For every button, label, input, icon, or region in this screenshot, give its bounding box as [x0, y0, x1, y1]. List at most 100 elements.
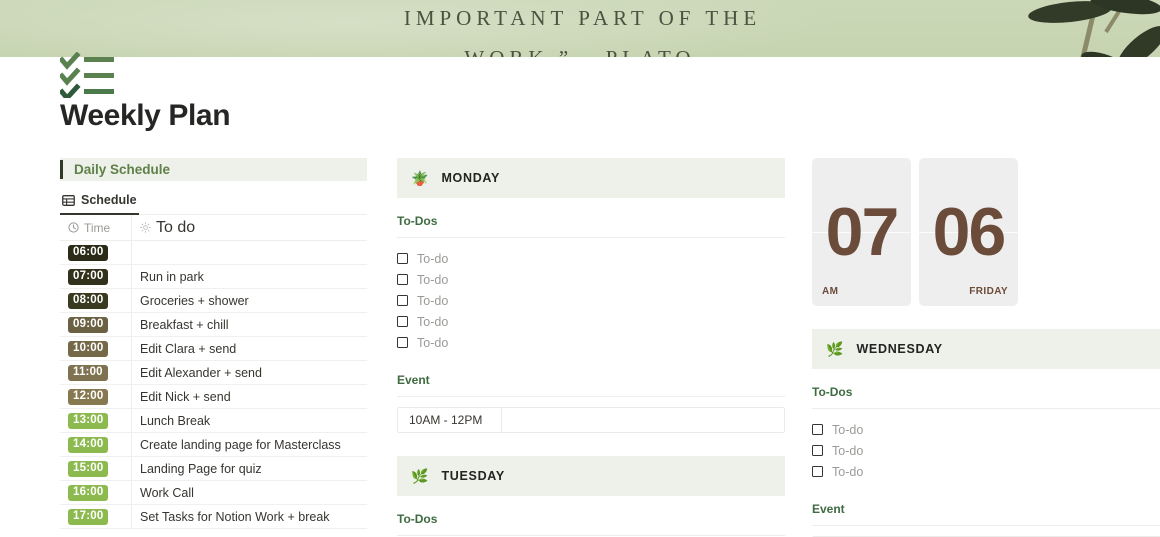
todo-label: To-do: [417, 272, 449, 287]
schedule-row[interactable]: 14:00 Create landing page for Masterclass: [60, 433, 367, 457]
time-badge: 08:00: [68, 292, 109, 309]
schedule-row-time-cell: 12:00: [60, 388, 131, 405]
todo-item[interactable]: To-do: [397, 290, 785, 311]
schedule-row-time-cell: 10:00: [60, 340, 131, 357]
schedule-row-task-cell: Lunch Break: [131, 409, 367, 432]
todo-label: To-do: [832, 422, 864, 437]
flip-card-sublabel: FRIDAY: [969, 286, 1008, 297]
schedule-task-text: Edit Clara + send: [140, 341, 237, 356]
database-tab-bar: Schedule: [60, 193, 367, 215]
schedule-row-task-cell: [131, 241, 367, 264]
todo-label: To-do: [832, 464, 864, 479]
schedule-task-text: Lunch Break: [140, 413, 211, 428]
monday-todos-divider: [397, 237, 785, 238]
schedule-row-time-cell: 08:00: [60, 292, 131, 309]
time-badge: 10:00: [68, 340, 109, 357]
schedule-row[interactable]: 17:00 Set Tasks for Notion Work + break: [60, 505, 367, 529]
wednesday-todos-divider: [812, 408, 1160, 409]
schedule-row-task-cell: Edit Clara + send: [131, 337, 367, 360]
leaf-icon: 🌿: [411, 468, 429, 484]
schedule-row-time-cell: 16:00: [60, 484, 131, 501]
todo-label: To-do: [832, 443, 864, 458]
right-column: 07 AM 06 FRIDAY 🌿 WEDNESDAY To-Dos To-do To-…: [812, 158, 1160, 537]
wednesday-todos-label: To-Dos: [812, 385, 853, 399]
flip-card-value: 07: [825, 194, 900, 270]
todo-checkbox[interactable]: [397, 253, 408, 264]
page-title: Weekly Plan: [60, 99, 231, 132]
time-badge: 11:00: [68, 364, 108, 381]
monday-event-detail[interactable]: [502, 408, 784, 432]
wednesday-event-block: Event 10AM - 12PM: [812, 502, 1160, 537]
wednesday-title: WEDNESDAY: [856, 342, 943, 356]
schedule-row[interactable]: 12:00 Edit Nick + send: [60, 385, 367, 409]
schedule-table-header: Time To do: [60, 215, 367, 241]
schedule-task-text: Set Tasks for Notion Work + break: [140, 509, 330, 524]
middle-column: 🪴 MONDAY To-Dos To-do To-do To-do To-do To-d…: [397, 158, 785, 537]
todo-item[interactable]: To-do: [812, 461, 1160, 482]
tuesday-todos-divider: [397, 535, 785, 536]
monday-event-block: Event 10AM - 12PM: [397, 373, 785, 433]
todo-item[interactable]: To-do: [812, 440, 1160, 461]
time-badge: 13:00: [68, 412, 109, 429]
todo-item[interactable]: To-do: [397, 248, 785, 269]
schedule-row-task-cell: Landing Page for quiz: [131, 457, 367, 480]
todo-checkbox[interactable]: [397, 316, 408, 327]
todo-item[interactable]: To-do: [397, 269, 785, 290]
schedule-task-text: Groceries + shower: [140, 293, 249, 308]
day-card-monday: 🪴 MONDAY To-Dos To-do To-do To-do To-do To-d…: [397, 158, 785, 433]
todo-label: To-do: [417, 293, 449, 308]
column-header-todo[interactable]: To do: [131, 215, 367, 240]
schedule-task-text: Run in park: [140, 269, 204, 284]
monday-event-time[interactable]: 10AM - 12PM: [398, 408, 502, 432]
schedule-task-text: Landing Page for quiz: [140, 461, 262, 476]
schedule-row-task-cell: Groceries + shower: [131, 289, 367, 312]
schedule-row[interactable]: 07:00 Run in park: [60, 265, 367, 289]
schedule-row-time-cell: 13:00: [60, 412, 131, 429]
todo-item[interactable]: To-do: [812, 419, 1160, 440]
todo-checkbox[interactable]: [812, 445, 823, 456]
three-column-layout: Daily Schedule Schedule Time To do 06:00…: [60, 158, 1160, 537]
todo-label: To-do: [417, 251, 449, 266]
todo-checkbox[interactable]: [397, 337, 408, 348]
page-cover-banner: IMPORTANT PART OF THE WORK.” - PLATO: [0, 0, 1160, 57]
schedule-row[interactable]: 10:00 Edit Clara + send: [60, 337, 367, 361]
column-header-todo-label: To do: [156, 218, 196, 236]
schedule-rows: 06:00 07:00 Run in park 08:00 Groceries + sh…: [60, 241, 367, 529]
todo-label: To-do: [417, 335, 449, 350]
monday-todo-list: To-do To-do To-do To-do To-do: [397, 248, 785, 353]
todo-checkbox[interactable]: [397, 274, 408, 285]
tuesday-header: 🌿 TUESDAY: [397, 456, 785, 496]
todo-checkbox[interactable]: [397, 295, 408, 306]
monday-event-divider: [397, 396, 785, 397]
todo-checkbox[interactable]: [812, 466, 823, 477]
schedule-row[interactable]: 13:00 Lunch Break: [60, 409, 367, 433]
schedule-row[interactable]: 09:00 Breakfast + chill: [60, 313, 367, 337]
tuesday-todos-label: To-Dos: [397, 512, 438, 526]
column-header-time-label: Time: [84, 220, 111, 235]
todo-item[interactable]: To-do: [397, 332, 785, 353]
day-card-wednesday: 🌿 WEDNESDAY To-Dos To-do To-do To-do Event…: [812, 329, 1160, 537]
schedule-row[interactable]: 08:00 Groceries + shower: [60, 289, 367, 313]
column-header-time[interactable]: Time: [60, 221, 131, 235]
schedule-row[interactable]: 15:00 Landing Page for quiz: [60, 457, 367, 481]
flip-clock-card: 07 AM: [812, 158, 911, 306]
schedule-row-time-cell: 11:00: [60, 364, 131, 381]
schedule-row[interactable]: 06:00: [60, 241, 367, 265]
time-badge: 07:00: [68, 268, 109, 285]
monday-header: 🪴 MONDAY: [397, 158, 785, 198]
tab-schedule[interactable]: Schedule: [60, 193, 139, 215]
left-column: Daily Schedule Schedule Time To do 06:00…: [60, 158, 367, 529]
schedule-task-text: Edit Nick + send: [140, 389, 231, 404]
time-badge: 14:00: [68, 436, 109, 453]
schedule-row[interactable]: 16:00 Work Call: [60, 481, 367, 505]
time-badge: 16:00: [68, 484, 109, 501]
flip-card-value: 06: [932, 194, 1007, 270]
schedule-row-task-cell: Breakfast + chill: [131, 313, 367, 336]
monday-event-label: Event: [397, 373, 430, 387]
wednesday-event-label: Event: [812, 502, 845, 516]
schedule-row[interactable]: 11:00 Edit Alexander + send: [60, 361, 367, 385]
todo-item[interactable]: To-do: [397, 311, 785, 332]
herb-icon: 🌿: [826, 341, 844, 357]
flip-clock-widget: 07 AM 06 FRIDAY: [812, 158, 1160, 306]
todo-checkbox[interactable]: [812, 424, 823, 435]
